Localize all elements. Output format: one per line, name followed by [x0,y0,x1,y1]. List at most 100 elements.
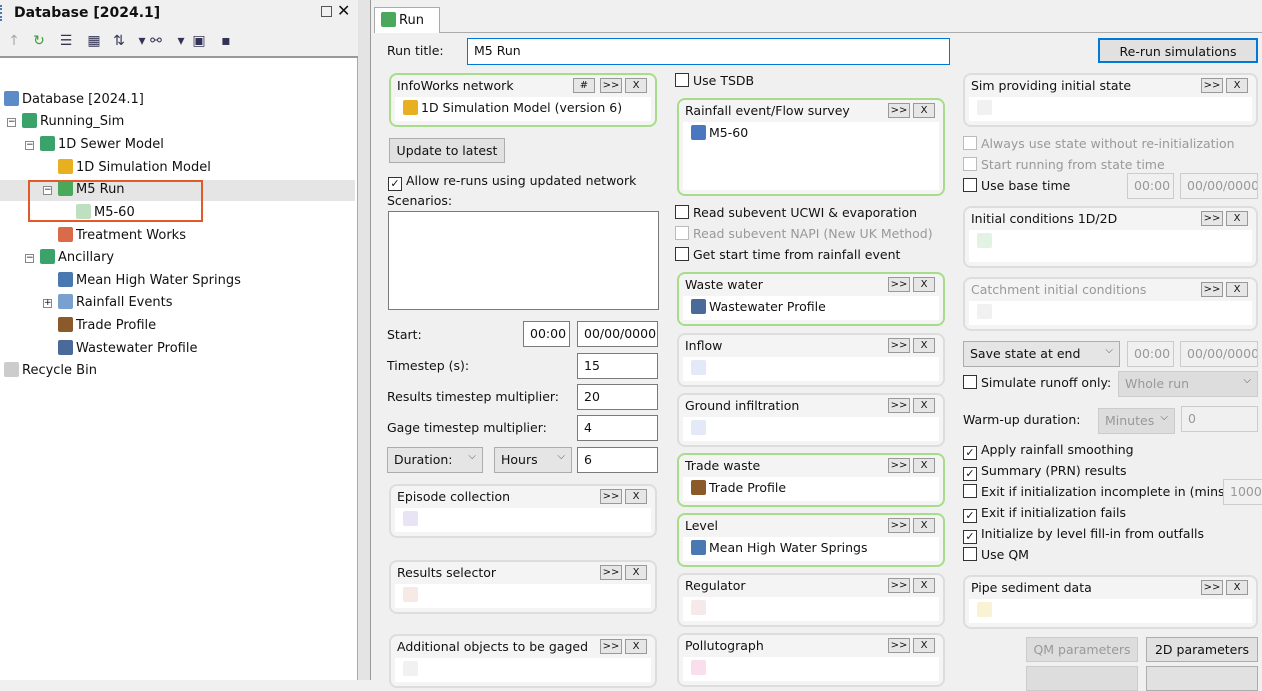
checkbox[interactable]: Use TSDB [675,73,754,91]
browse-button[interactable]: >> [888,103,910,118]
version-button[interactable]: # [573,78,595,93]
tree-item[interactable]: 1D Simulation Model [58,158,211,178]
qm-parameters-button[interactable]: QM parameters [1026,637,1138,662]
browse-button[interactable]: >> [888,458,910,473]
clear-button[interactable]: X [913,338,935,353]
partial-button[interactable] [1146,666,1258,691]
expander-icon[interactable]: − [25,141,34,150]
tab-run[interactable]: Run [374,7,440,33]
slot-drop-area[interactable]: Mean High Water Springs [683,537,939,561]
checkbox[interactable]: ✓ Allow re-runs using updated network [388,173,636,191]
checkbox[interactable]: ✓ Summary (PRN) results [963,463,1127,481]
slot-drop-area[interactable] [395,584,651,608]
close-icon[interactable]: ✕ [337,1,350,20]
checkbox[interactable]: ✓ Initialize by level fill-in from outfal… [963,526,1204,544]
slot-drop-area[interactable] [395,508,651,532]
expander-icon[interactable]: − [7,118,16,127]
init-incomplete-input[interactable]: 1000 [1223,479,1262,505]
timestep-input[interactable]: 15 [577,353,658,379]
binoculars-icon[interactable]: ⚯ [147,32,165,50]
duration-unit-select[interactable]: Hours ⌵ [494,447,572,473]
clear-button[interactable]: X [913,398,935,413]
scenarios-list[interactable] [388,211,659,310]
clear-button[interactable]: X [1226,78,1248,93]
clear-button[interactable]: X [1226,211,1248,226]
browse-button[interactable]: >> [600,565,622,580]
checkbox[interactable]: Always use state without re-initializati… [963,136,1235,154]
base-time-input[interactable]: 00:00 [1127,173,1174,199]
checkbox[interactable]: ✓ Apply rainfall smoothing [963,442,1134,460]
tree-item[interactable]: Recycle Bin [4,361,97,381]
browse-button[interactable]: >> [1201,282,1223,297]
save-time-input[interactable]: 00:00 [1127,341,1174,367]
clear-button[interactable]: X [625,565,647,580]
tree-item[interactable]: Treatment Works [58,226,186,246]
browse-button[interactable]: >> [888,518,910,533]
start-date-input[interactable]: 00/00/0000 [577,321,658,347]
rerun-simulations-button[interactable]: Re-run simulations [1098,38,1258,63]
clear-button[interactable]: X [625,78,647,93]
checkbox[interactable]: Read subevent NAPI (New UK Method) [675,226,933,244]
browse-button[interactable]: >> [600,78,622,93]
clear-button[interactable]: X [913,277,935,292]
checkbox[interactable]: Get start time from rainfall event [675,247,900,265]
update-to-latest-button[interactable]: Update to latest [389,138,505,163]
up-arrow-icon[interactable]: ↑ [5,32,23,50]
tree-item[interactable]: Ancillary [40,248,114,268]
checkbox[interactable]: Exit if initialization incomplete in (mi… [963,484,1234,502]
clear-button[interactable]: X [625,489,647,504]
tree-item[interactable]: Mean High Water Springs [58,271,241,291]
checkbox[interactable]: Use QM [963,547,1029,565]
slot-drop-area[interactable]: M5-60 [683,122,939,190]
browse-button[interactable]: >> [888,638,910,653]
browse-button[interactable]: >> [1201,580,1223,595]
slot-drop-area[interactable] [395,658,651,682]
find-window-icon[interactable]: ▣ [190,32,208,50]
save-state-select[interactable]: Save state at end ⌵ [963,341,1120,367]
partial-button[interactable] [1026,666,1138,691]
tree-item[interactable]: 1D Sewer Model [40,135,164,155]
tree-item[interactable]: Wastewater Profile [58,339,197,359]
checkbox[interactable]: Read subevent UCWI & evaporation [675,205,917,223]
clear-button[interactable]: X [1226,580,1248,595]
browse-button[interactable]: >> [1201,211,1223,226]
browse-button[interactable]: >> [600,639,622,654]
tree-icon[interactable]: ▪ [217,32,235,50]
slot-drop-area[interactable] [969,599,1252,623]
slot-drop-area[interactable] [969,97,1252,121]
slot-drop-area[interactable] [683,417,939,441]
clear-button[interactable]: X [913,638,935,653]
save-date-input[interactable]: 00/00/0000 [1180,341,1258,367]
tree-item[interactable]: Trade Profile [58,316,156,336]
gage-multiplier-input[interactable]: 4 [577,415,658,441]
tree-item[interactable]: Rainfall Events [58,293,172,313]
clear-button[interactable]: X [625,639,647,654]
refresh-icon[interactable]: ↻ [30,32,48,50]
run-title-input[interactable]: M5 Run [467,38,950,65]
maximize-icon[interactable] [321,6,332,17]
slot-drop-area[interactable] [969,301,1252,325]
warmup-input[interactable]: 0 [1181,406,1258,432]
clear-button[interactable]: X [913,518,935,533]
browse-button[interactable]: >> [888,578,910,593]
clear-button[interactable]: X [913,458,935,473]
slot-drop-area[interactable] [683,357,939,381]
slot-drop-area[interactable]: Trade Profile [683,477,939,501]
clear-button[interactable]: X [1226,282,1248,297]
expander-icon[interactable]: − [25,254,34,263]
dropdown-icon[interactable]: ▾ [172,32,190,50]
slot-drop-area[interactable]: Wastewater Profile [683,296,939,320]
checkbox[interactable]: ✓ Exit if initialization fails [963,505,1126,523]
tree-item[interactable]: Database [2024.1] [4,90,144,110]
clear-button[interactable]: X [913,103,935,118]
clear-button[interactable]: X [913,578,935,593]
tree-item[interactable]: Running_Sim [22,112,124,132]
duration-input[interactable]: 6 [577,447,658,473]
start-time-input[interactable]: 00:00 [523,321,570,347]
checkbox[interactable]: Use base time [963,178,1070,196]
slot-drop-area[interactable] [969,230,1252,262]
browse-button[interactable]: >> [888,277,910,292]
grip-icon[interactable] [0,5,4,21]
browse-button[interactable]: >> [888,338,910,353]
runoff-select[interactable]: Whole run ⌵ [1118,371,1258,397]
